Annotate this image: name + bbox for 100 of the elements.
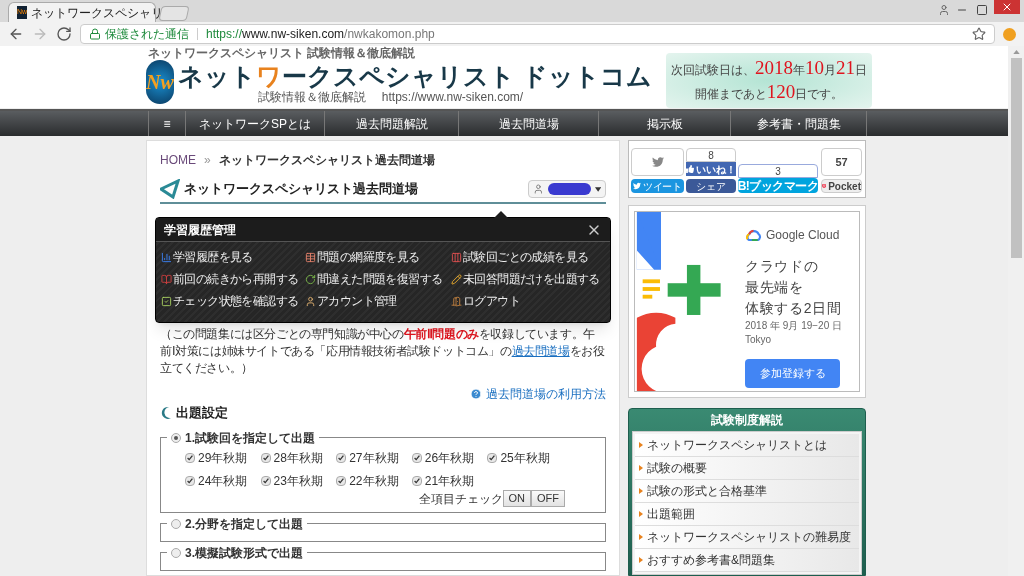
checkbox[interactable] xyxy=(185,452,195,463)
triangle-bullet-icon xyxy=(639,534,643,540)
checkbox-label: 24年秋期 xyxy=(198,472,248,490)
menu-item[interactable]: 前回の続きから再開する xyxy=(161,271,305,288)
triangle-bullet-icon xyxy=(639,442,643,448)
bird-icon xyxy=(633,182,642,190)
checkbox[interactable] xyxy=(411,475,422,486)
like-button[interactable]: いいね！ xyxy=(686,162,736,176)
nav-item[interactable]: 過去問題解説 xyxy=(325,111,459,136)
menu-item[interactable]: 未回答問題だけを出題する xyxy=(451,271,605,288)
side-menu-item[interactable]: 試験の概要 xyxy=(635,457,859,480)
reload-icon[interactable] xyxy=(56,26,72,42)
link[interactable]: 過去問道場 xyxy=(511,344,570,358)
checkbox[interactable] xyxy=(185,475,195,486)
site-subtitle: 試験情報＆徹底解説 xyxy=(257,90,366,104)
pocket-button[interactable]: Pocket xyxy=(821,179,862,193)
checkbox-label: 27年秋期 xyxy=(349,449,399,467)
triangle-logo-icon xyxy=(160,179,180,199)
redaction-mark xyxy=(547,183,591,195)
checkbox-label: 21年秋期 xyxy=(424,472,475,490)
checkbox[interactable] xyxy=(487,452,498,463)
ad-brand: Google Cloud xyxy=(766,227,840,244)
checkbox-label: 29年秋期 xyxy=(198,449,248,467)
chart-icon xyxy=(161,252,172,263)
close-window-button[interactable] xyxy=(994,0,1020,14)
site-tagline: ネットワークスペシャリスト 試験情報＆徹底解説 xyxy=(148,46,417,60)
menu-item[interactable]: 試験回ごとの成績を見る xyxy=(451,249,605,266)
address-bar[interactable]: 保護された通信 https://www.nw-siken.com/nwkakomon.php xyxy=(80,24,995,44)
url-text: https://www.nw-siken.com/nwkakomon.php xyxy=(206,26,435,43)
pencil-icon xyxy=(451,274,462,285)
checkbox-label: 28年秋期 xyxy=(273,449,323,467)
profile-icon[interactable] xyxy=(938,4,950,16)
side-menu-item[interactable]: 試験の形式と合格基準 xyxy=(635,480,859,503)
breadcrumb-current: ネットワークスペシャリスト過去問道場 xyxy=(218,152,435,169)
nav-item[interactable]: 掲示板 xyxy=(599,111,731,136)
ad-headline: 最先端を xyxy=(745,278,805,297)
breadcrumb-separator: » xyxy=(204,152,211,169)
person-icon xyxy=(305,296,316,307)
option-label: 2.分野を指定して出題 xyxy=(185,515,303,533)
user-menu-button[interactable] xyxy=(528,180,606,198)
close-icon xyxy=(1001,1,1013,13)
notice-text: （この問題集には区分ごとの専門知識が中心の午前Ⅱ問題のみを収録しています。午前Ⅰ対策には姉妹サイトである「応用情報技術者試験ドットコム」の過去問道場をお役立てください。） xyxy=(160,326,606,377)
panel-title: 学習履歴管理 xyxy=(164,221,236,239)
pocket-icon xyxy=(822,182,827,190)
menu-item[interactable]: 問題の網羅度を見る xyxy=(305,249,451,266)
ad-headline: クラウドの xyxy=(745,257,820,276)
menu-item[interactable]: 間違えた問題を復習する xyxy=(305,271,451,288)
option-label: 1.試験回を指定して出題 xyxy=(185,429,315,447)
checkbox-label: 26年秋期 xyxy=(424,449,475,467)
bookmark-star-icon[interactable] xyxy=(972,27,986,41)
lock-icon xyxy=(89,28,101,40)
secure-label: 保護された通信 xyxy=(105,26,189,43)
breadcrumb-link[interactable]: HOME xyxy=(160,151,196,169)
help-link[interactable]: 過去問道場の利用方法 xyxy=(470,385,606,403)
radio-button[interactable] xyxy=(171,432,181,443)
checkbox[interactable] xyxy=(260,452,271,463)
checkbox[interactable] xyxy=(336,475,347,486)
nav-item[interactable]: ≡ xyxy=(149,111,186,136)
back-icon[interactable] xyxy=(8,26,24,42)
checkbox-label: 23年秋期 xyxy=(273,472,323,490)
nav-item[interactable]: 過去問道場 xyxy=(459,111,599,136)
checkbox[interactable] xyxy=(411,452,422,463)
triangle-bullet-icon xyxy=(639,557,643,563)
menu-item[interactable]: アカウント管理 xyxy=(305,293,451,310)
checkbox-label: 22年秋期 xyxy=(349,472,399,490)
toggle-button[interactable]: OFF xyxy=(531,490,565,507)
stripes-icon xyxy=(451,252,462,263)
caret-icon xyxy=(594,186,601,192)
menu-item[interactable]: 学習履歴を見る xyxy=(161,249,305,266)
menu-item[interactable]: ログアウト xyxy=(451,293,605,310)
section-title: 出題設定 xyxy=(176,404,228,422)
checkbox[interactable] xyxy=(260,475,271,486)
nav-item[interactable]: 参考書・問題集 xyxy=(731,111,867,136)
table-icon xyxy=(305,252,316,263)
check-all-label: 全項目チェック xyxy=(418,490,503,508)
side-menu-item[interactable]: 出題範囲 xyxy=(635,503,859,526)
crescent-icon xyxy=(160,405,172,420)
menu-item[interactable]: チェック状態を確認する xyxy=(161,293,305,310)
toggle-button[interactable]: ON xyxy=(502,490,531,507)
share-count-bubble: 57 xyxy=(821,148,862,176)
side-menu-item[interactable]: ネットワークスペシャリストとは xyxy=(635,434,859,457)
triangle-bullet-icon xyxy=(639,465,643,471)
register-button[interactable]: 参加登録する xyxy=(745,359,840,388)
triangle-bullet-icon xyxy=(639,511,643,517)
site-logo: Nw xyxy=(146,60,174,104)
share-button[interactable]: シェア xyxy=(686,179,736,193)
countdown-text: 次回試験日は、2018年10月21 日 xyxy=(671,56,867,80)
door-icon xyxy=(451,296,462,307)
checkbox[interactable] xyxy=(336,452,347,463)
radio-button[interactable] xyxy=(171,547,181,558)
help-icon xyxy=(470,388,482,400)
side-menu-item[interactable]: ネットワークスペシャリストの難易度 xyxy=(635,526,859,549)
bird-icon xyxy=(651,156,664,168)
side-menu-item[interactable]: おすすめ参考書&問題集 xyxy=(635,549,859,572)
book-icon xyxy=(161,274,172,285)
person-icon xyxy=(533,183,544,195)
maximize-icon[interactable] xyxy=(974,4,990,16)
nav-item[interactable]: ネットワークSPとは xyxy=(186,111,325,136)
radio-button[interactable] xyxy=(171,518,181,529)
site-name: ネット ワークスペシャリスト ドットコム xyxy=(177,60,652,91)
